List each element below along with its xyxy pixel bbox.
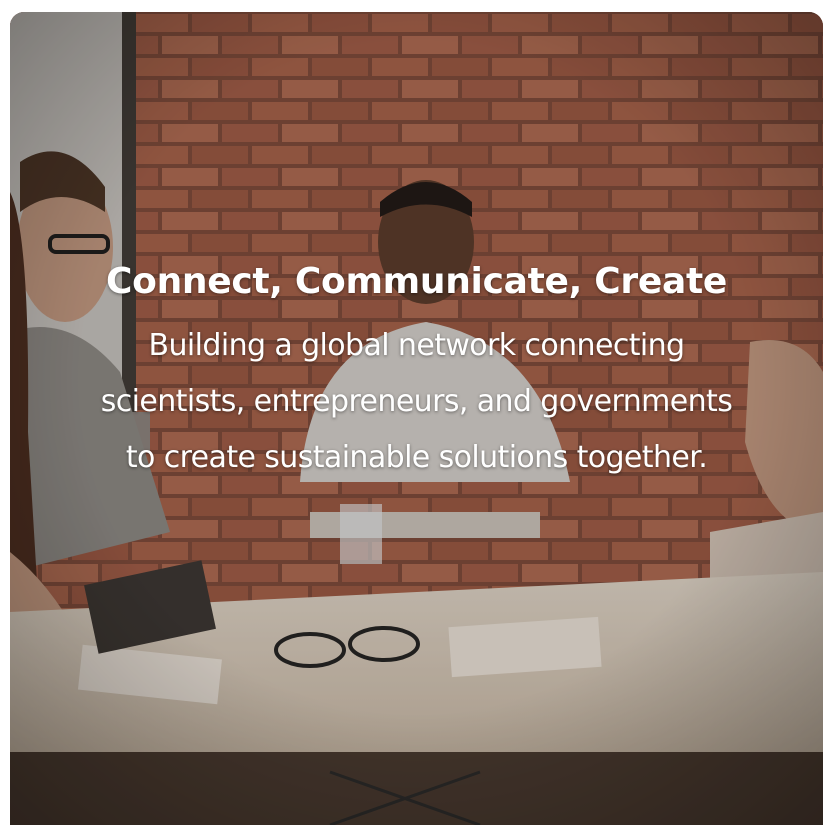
hero-headline: Connect, Communicate, Create xyxy=(106,261,727,302)
hero-card: Connect, Communicate, Create Building a … xyxy=(10,12,823,825)
hero-text-block: Connect, Communicate, Create Building a … xyxy=(70,260,763,486)
hero-subtext: Building a global network connecting sci… xyxy=(100,328,733,475)
